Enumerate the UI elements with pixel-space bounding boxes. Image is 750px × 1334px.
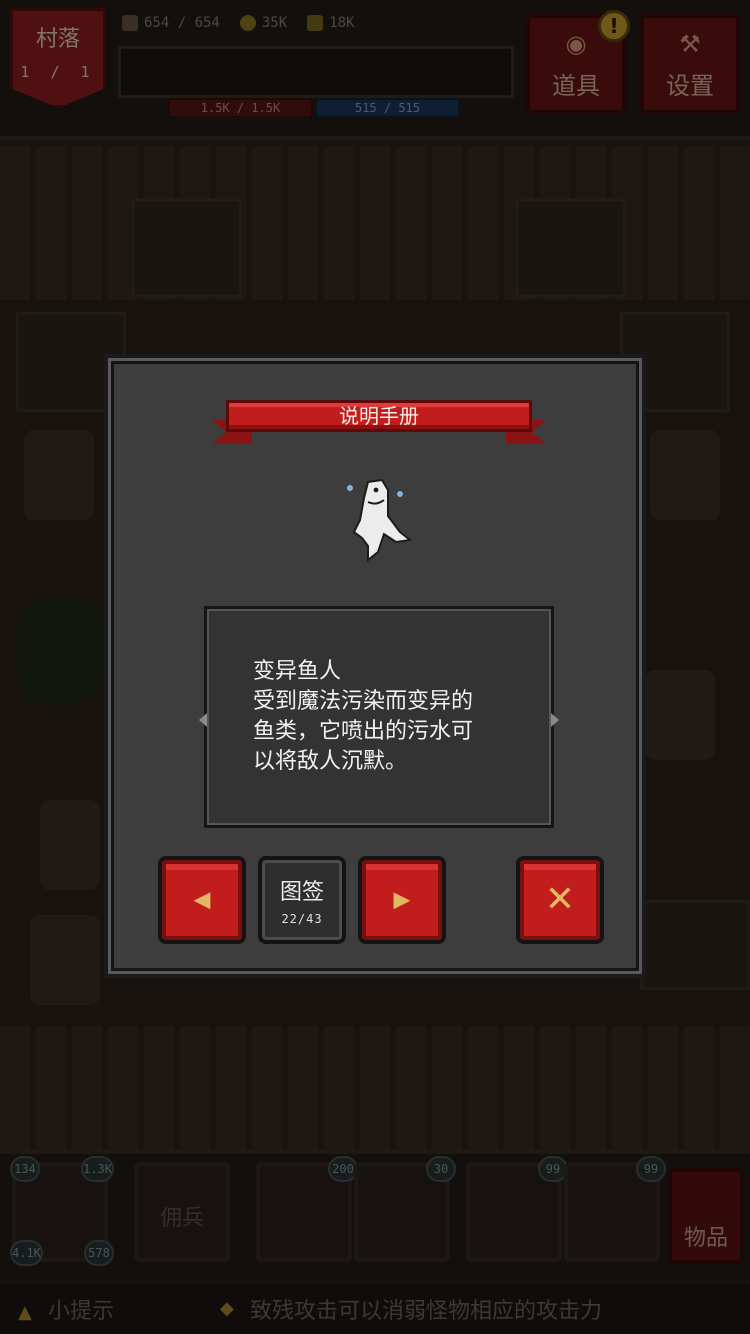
right-arrow-icon: ▶ <box>393 887 411 913</box>
catalog-label: 图签 <box>279 880 324 905</box>
left-arrow-icon: ◀ <box>193 887 211 913</box>
description-line: 鱼类，它喷出的污水可 <box>253 719 474 744</box>
description-text: 变异鱼人 受到魔法污染而变异的 鱼类，它喷出的污水可 以将敌人沉默。 <box>253 657 523 777</box>
close-icon: ✕ <box>544 879 576 920</box>
catalog-button[interactable]: 图签 22/43 <box>258 856 346 944</box>
description-line: 以将敌人沉默。 <box>253 749 408 774</box>
description-box: 变异鱼人 受到魔法污染而变异的 鱼类，它喷出的污水可 以将敌人沉默。 <box>199 606 559 828</box>
manual-dialog: 说明手册 变异鱼人 受到魔法污染而变异的 鱼类，它喷出的污水可 以将敌人沉默。 … <box>104 354 646 978</box>
title-banner: 说明手册 <box>212 400 532 446</box>
previous-button[interactable]: ◀ <box>158 856 246 944</box>
close-button[interactable]: ✕ <box>516 856 604 944</box>
dialog-title: 说明手册 <box>226 400 532 432</box>
mutant-fishman-icon <box>347 478 413 563</box>
next-button[interactable]: ▶ <box>358 856 446 944</box>
creature-name: 变异鱼人 <box>253 659 342 684</box>
desc-left-notch <box>199 713 207 727</box>
description-line: 受到魔法污染而变异的 <box>253 689 474 714</box>
catalog-count: 22/43 <box>281 912 323 926</box>
desc-right-notch <box>551 713 559 727</box>
